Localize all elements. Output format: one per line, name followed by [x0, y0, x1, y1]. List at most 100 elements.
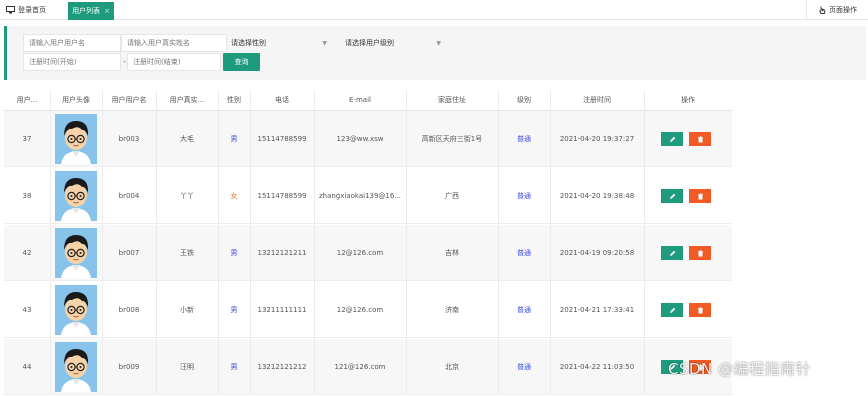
cell-level: 普通: [498, 168, 550, 224]
realname-text: 丫丫: [180, 192, 194, 200]
date-range-separator: -: [123, 57, 126, 66]
address-text: 广西: [445, 192, 459, 200]
gender-text: 男: [230, 363, 238, 371]
realname-text: 汪明: [180, 363, 194, 371]
reg-time-text: 2021-04-21 17:33:41: [559, 306, 635, 314]
reg-time-text: 2021-04-22 11:03:50: [559, 363, 635, 371]
pencil-icon: [669, 136, 675, 142]
cell-user-id: 38: [4, 168, 50, 224]
chevron-down-icon: ▼: [322, 39, 327, 47]
gender-select[interactable]: 请选择性别 ▼: [227, 34, 331, 52]
edit-button[interactable]: [661, 189, 683, 203]
delete-button[interactable]: [689, 189, 711, 203]
trash-icon: [697, 249, 703, 256]
realname-text: 大毛: [180, 135, 194, 143]
cell-phone: 15114788599: [250, 168, 314, 224]
table-row[interactable]: 44 br009 汪明 男 13212121212 121@126.com 北京 普通 2021…: [4, 339, 732, 395]
cell-reg-time: 2021-04-20 19:38:48: [550, 168, 644, 224]
cell-avatar: [50, 111, 102, 167]
cell-address: 济南: [406, 282, 498, 338]
cell-gender: 男: [218, 111, 250, 167]
cell-phone: 15114788599: [250, 111, 314, 167]
cell-phone: 13212121212: [250, 339, 314, 395]
cell-actions: [644, 282, 732, 338]
realname-text: 王铁: [180, 249, 194, 257]
column-header-user-id[interactable]: 用户...: [4, 90, 50, 110]
reg-end-input[interactable]: 注册时间(结束): [127, 53, 221, 71]
avatar: [55, 228, 97, 278]
email-text: 12@126.com: [336, 249, 384, 257]
tab-home[interactable]: 登录首页: [6, 4, 46, 16]
email-text: 123@ww.xsw: [336, 135, 384, 143]
realname-input[interactable]: 请输入用户真实姓名: [121, 34, 227, 52]
delete-button[interactable]: [689, 303, 711, 317]
column-divider: [498, 90, 499, 395]
realname-text: 小新: [180, 306, 194, 314]
cell-address: 吉林: [406, 225, 498, 281]
watermark: CSDN @编程指南针: [668, 360, 812, 378]
gender-text: 男: [230, 249, 238, 257]
column-header-address[interactable]: 家庭住址: [406, 90, 498, 110]
username-text: br009: [118, 363, 140, 371]
edit-button[interactable]: [661, 246, 683, 260]
address-text: 吉林: [445, 249, 459, 257]
reg-start-input[interactable]: 注册时间(开始): [23, 53, 121, 71]
username-text: br004: [118, 192, 140, 200]
column-divider: [218, 90, 219, 395]
cell-user-id: 42: [4, 225, 50, 281]
column-header-avatar[interactable]: 用户头像: [50, 90, 102, 110]
hand-pointer-icon: [819, 6, 826, 14]
trash-icon: [697, 135, 703, 142]
column-header-actions[interactable]: 操作: [644, 90, 732, 110]
username-input[interactable]: 请输入用户用户名: [23, 34, 121, 52]
cell-phone: 13212121211: [250, 225, 314, 281]
close-icon[interactable]: ×: [104, 7, 110, 15]
cell-email: 121@126.com: [314, 339, 406, 395]
column-header-email[interactable]: E-mail: [314, 90, 406, 110]
user-id-text: 37: [22, 135, 32, 143]
cell-user-id: 44: [4, 339, 50, 395]
table-row[interactable]: 37 br003 大毛 男 15114788599 123@ww.xsw 高新区天府三街1号…: [4, 111, 732, 167]
column-header-gender[interactable]: 性别: [218, 90, 250, 110]
user-id-text: 44: [22, 363, 32, 371]
column-header-reg-time[interactable]: 注册时间: [550, 90, 644, 110]
edit-button[interactable]: [661, 303, 683, 317]
cell-avatar: [50, 225, 102, 281]
tab-user-list[interactable]: 用户列表 ×: [68, 2, 114, 20]
cell-email: 12@126.com: [314, 225, 406, 281]
gender-select-label: 请选择性别: [231, 39, 266, 47]
cell-address: 北京: [406, 339, 498, 395]
edit-button[interactable]: [661, 132, 683, 146]
level-select[interactable]: 请选择用户级别 ▼: [341, 34, 445, 52]
cell-actions: [644, 225, 732, 281]
delete-button[interactable]: [689, 132, 711, 146]
delete-button[interactable]: [689, 246, 711, 260]
cell-level: 普通: [498, 225, 550, 281]
phone-text: 13211111111: [257, 306, 307, 314]
column-header-level[interactable]: 级别: [498, 90, 550, 110]
gender-text: 女: [230, 192, 238, 200]
cell-address: 高新区天府三街1号: [406, 111, 498, 167]
column-header-phone[interactable]: 电话: [250, 90, 314, 110]
username-text: br007: [118, 249, 140, 257]
page-operations-button[interactable]: 页面操作: [806, 0, 868, 20]
user-id-text: 38: [22, 192, 32, 200]
pencil-icon: [669, 193, 675, 199]
column-header-username[interactable]: 用户用户名: [102, 90, 156, 110]
address-text: 北京: [445, 363, 459, 371]
cell-gender: 男: [218, 282, 250, 338]
chevron-down-icon: ▼: [436, 39, 441, 47]
cell-username: br009: [102, 339, 156, 395]
level-select-label: 请选择用户级别: [345, 39, 394, 47]
query-button[interactable]: 查询: [223, 53, 260, 71]
cell-realname: 小新: [156, 282, 218, 338]
cell-reg-time: 2021-04-20 19:37:27: [550, 111, 644, 167]
cell-actions: [644, 111, 732, 167]
search-panel: 请输入用户用户名 请输入用户真实姓名 请选择性别 ▼ 请选择用户级别 ▼ 注册时…: [4, 26, 866, 80]
email-text: 12@126.com: [336, 306, 384, 314]
table-row[interactable]: 43 br008 小新 男 13211111111 12@126.com 济南 普通 2021-…: [4, 282, 732, 338]
table-row[interactable]: 42 br007 王铁 男 13212121211 12@126.com 吉林 普通 2021-…: [4, 225, 732, 281]
column-header-realname[interactable]: 用户真实...: [156, 90, 218, 110]
table-row[interactable]: 38 br004 丫丫 女 15114788599 zhangxiaokai139@16.…: [4, 168, 732, 224]
gender-text: 男: [230, 135, 238, 143]
